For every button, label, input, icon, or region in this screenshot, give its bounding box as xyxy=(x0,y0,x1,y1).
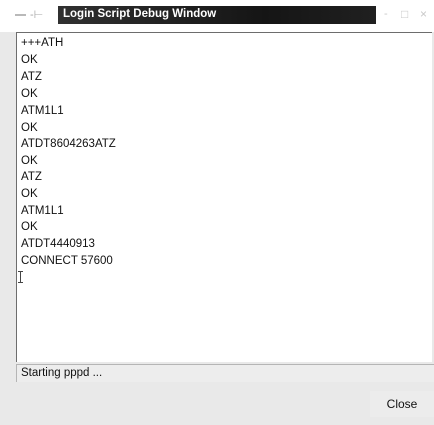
log-line: OK xyxy=(21,221,38,233)
maximize-icon[interactable]: □ xyxy=(401,7,408,21)
pin-icon[interactable]: -⊢ xyxy=(30,8,43,21)
log-line: OK xyxy=(21,188,38,200)
log-line: ATDT8604263ATZ xyxy=(21,138,116,150)
log-line: OK xyxy=(21,88,38,100)
log-line: ATDT4440913 xyxy=(21,238,95,250)
log-line: +++ATH xyxy=(21,37,64,49)
window-title: Login Script Debug Window xyxy=(63,8,217,20)
log-line: OK xyxy=(21,155,38,167)
debug-log-area[interactable]: +++ATH OK ATZ OK ATM1L1 OK ATDT8604263AT… xyxy=(16,32,432,362)
text-caret xyxy=(18,271,23,283)
log-line: OK xyxy=(21,54,38,66)
log-line: ATZ xyxy=(21,171,42,183)
close-button[interactable]: Close xyxy=(370,391,434,417)
log-line: ATM1L1 xyxy=(21,105,64,117)
minimize-icon[interactable]: - xyxy=(384,8,388,20)
status-text: Starting pppd ... xyxy=(21,367,103,379)
status-bar: Starting pppd ... xyxy=(16,364,434,382)
log-line: ATM1L1 xyxy=(21,205,64,217)
close-icon[interactable]: × xyxy=(420,7,427,21)
log-line: OK xyxy=(21,122,38,134)
title-bar[interactable]: -⊢ Login Script Debug Window - □ × xyxy=(0,0,434,32)
log-line: CONNECT 57600 xyxy=(21,255,113,267)
log-line: ATZ xyxy=(21,71,42,83)
window-menu-icon[interactable] xyxy=(15,14,26,16)
